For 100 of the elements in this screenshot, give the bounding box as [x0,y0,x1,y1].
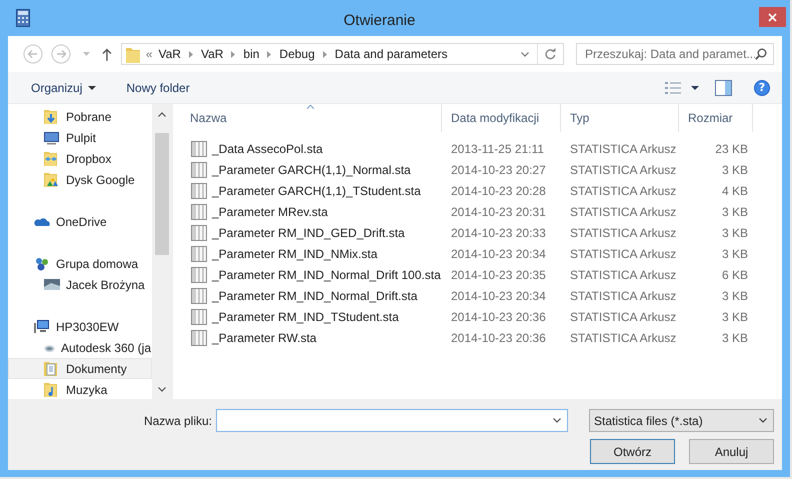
file-size: 3 KB [722,310,748,324]
sidebar-item[interactable]: Dropbox [8,148,152,169]
search-icon [755,48,767,60]
sidebar-item[interactable]: Pulpit [8,127,152,148]
spreadsheet-file-icon [191,224,207,240]
scroll-up-icon [158,112,166,117]
desktop-icon [44,130,60,146]
breadcrumb[interactable]: Data and parameters [334,47,448,61]
close-button[interactable] [759,7,786,27]
computer-icon [34,318,50,334]
chevron-right-icon [231,50,236,58]
chevron-right-icon [322,50,327,58]
spreadsheet-file-icon [191,162,207,178]
dropdown-caret-icon[interactable] [83,52,90,56]
folder-icon [44,172,60,188]
spreadsheet-file-icon [191,266,207,282]
scrollbar[interactable] [152,104,172,399]
sidebar-item[interactable]: OneDrive [8,211,152,232]
file-type-dropdown[interactable]: Statistica files (*.sta) [589,409,774,432]
close-icon [768,12,777,22]
forward-button[interactable] [51,44,71,64]
spreadsheet-file-icon [191,246,207,262]
music-folder-icon [44,382,60,398]
column-header[interactable]: Data modyfikacji [442,104,561,132]
file-name[interactable]: _Parameter RM_IND_TStudent.sta [212,310,399,324]
cancel-button[interactable]: Anuluj [689,439,774,464]
organize-menu-button[interactable]: Organizuj [31,78,96,98]
file-size: 4 KB [722,184,748,198]
preview-pane-icon[interactable] [715,80,732,96]
chevron-down-icon [521,52,529,56]
sidebar-item[interactable]: Autodesk 360 (ja [8,337,152,358]
file-name[interactable]: _Parameter GARCH(1,1)_TStudent.sta [212,184,421,198]
address-bar[interactable]: « VaR VaR bin Debug Data and parameters [120,43,564,65]
modified-date: 2014-10-23 20:33 [451,226,546,240]
sidebar-item[interactable]: Muzyka [8,379,152,399]
details-view-icon [665,82,681,94]
column-header[interactable]: Nazwa [181,104,442,132]
file-size: 23 KB [715,142,748,156]
chevron-down-icon [553,418,561,423]
breadcrumb[interactable]: Debug [279,47,315,61]
documents-folder-icon [44,360,60,376]
download-folder-icon [44,108,60,124]
column-header[interactable]: Rozmiar [679,104,753,132]
file-name[interactable]: _Parameter RM_IND_GED_Drift.sta [212,226,405,240]
file-type: STATISTICA Arkusz [570,288,676,302]
file-name[interactable]: _Parameter GARCH(1,1)_Normal.sta [212,162,411,176]
breadcrumb[interactable]: bin [243,47,260,61]
file-size: 3 KB [722,288,748,302]
file-type: STATISTICA Arkusz [570,310,676,324]
filename-field[interactable] [216,409,568,432]
file-type: STATISTICA Arkusz [570,246,676,260]
view-menu-button[interactable] [665,82,699,94]
modified-date: 2014-10-23 20:36 [451,310,546,324]
file-name[interactable]: _Parameter RM_IND_NMix.sta [212,246,378,260]
refresh-icon [545,48,556,60]
spreadsheet-file-icon [191,288,207,304]
spreadsheet-file-icon [191,140,207,156]
file-size: 6 KB [722,268,748,282]
file-size: 3 KB [722,330,748,344]
dropdown-caret-icon [691,86,699,90]
sort-up-icon [307,105,314,109]
sidebar-item[interactable]: Grupa domowa [8,253,152,274]
spreadsheet-file-icon [191,308,207,324]
dropdown-caret-icon [88,86,96,90]
modified-date: 2014-10-23 20:34 [451,246,546,260]
modified-date: 2014-10-23 20:31 [451,204,546,218]
breadcrumb[interactable]: VaR [200,47,224,61]
back-button[interactable] [23,44,43,64]
modified-date: 2014-10-23 20:27 [451,162,546,176]
new-folder-button[interactable]: Nowy folder [126,78,190,98]
sidebar-item[interactable]: Dokumenty [8,358,152,379]
search-field[interactable]: Przeszukaj: Data and paramet... [576,43,774,65]
column-header[interactable]: Typ [561,104,679,132]
open-button[interactable]: Otwórz [590,439,675,464]
file-type: STATISTICA Arkusz [570,162,676,176]
sidebar-item[interactable]: Jacek Brożyna [8,274,152,295]
breadcrumb[interactable]: VaR [158,47,181,61]
up-arrow-icon[interactable] [102,48,112,60]
file-size: 3 KB [722,246,748,260]
file-name[interactable]: _Parameter MRev.sta [212,204,328,218]
file-type: STATISTICA Arkusz [570,204,676,218]
help-button[interactable]: ? [754,80,770,96]
chevron-down-icon [759,418,767,423]
file-size: 3 KB [722,204,748,218]
file-type: STATISTICA Arkusz [570,330,676,344]
file-name[interactable]: _Parameter RM_IND_Normal_Drift.sta [212,288,418,302]
file-name[interactable]: _Parameter RW.sta [212,330,316,344]
file-name[interactable]: _Data AssecoPol.sta [212,142,323,156]
file-size: 3 KB [722,162,748,176]
file-name[interactable]: _Parameter RM_IND_Normal_Drift 100.sta [212,268,441,282]
folder-icon [44,150,60,166]
field-label: Nazwa pliku: [144,414,212,428]
sidebar-item[interactable]: Pobrane [8,106,152,127]
spreadsheet-icon [16,9,30,27]
sidebar-item[interactable]: HP3030EW [8,316,152,337]
overflow-chevron[interactable]: « [146,47,152,61]
modified-date: 2013-11-25 21:11 [451,142,544,156]
network-icon [34,256,50,272]
file-type: STATISTICA Arkusz [570,226,676,240]
sidebar-item[interactable]: Dysk Google [8,169,152,190]
